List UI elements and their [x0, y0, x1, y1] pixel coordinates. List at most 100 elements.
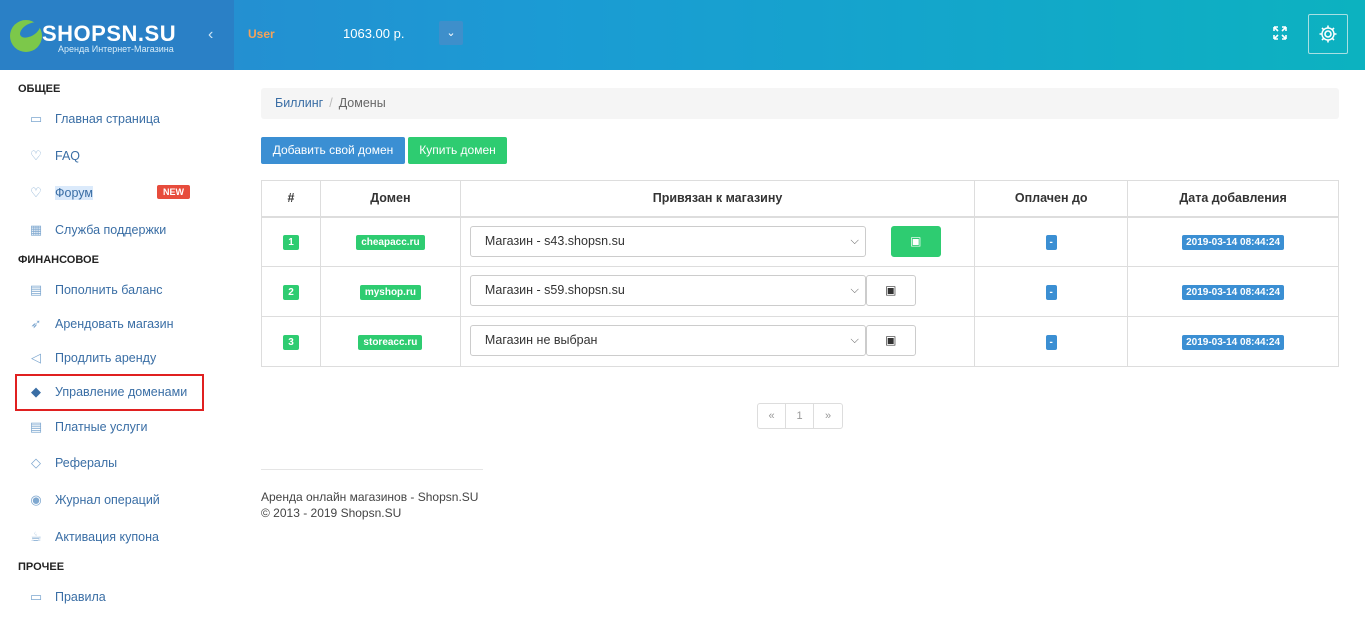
cup-icon: ☕ [30, 529, 42, 544]
fullscreen-icon [1273, 26, 1287, 40]
calculator-icon: ▦ [29, 222, 43, 237]
domain-cell: cheapacc.ru [319, 216, 461, 267]
eye-icon: ◉ [30, 492, 42, 507]
collapse-sidebar-icon[interactable]: ‹ [208, 26, 213, 44]
sidebar-item-coupon[interactable]: ☕ Активация купона [27, 525, 159, 549]
chevron-down-icon: ⌄ [446, 27, 456, 39]
pagination: « 1 » [757, 403, 843, 429]
save-button[interactable]: ▣ [890, 225, 941, 257]
gear-icon [1319, 25, 1337, 43]
store-cell: Магазин не выбран ⌵ ▣ [459, 316, 976, 367]
section-title-general: ОБЩЕЕ [18, 83, 61, 95]
wallet-icon: ▤ [29, 419, 43, 434]
section-title-finance: ФИНАНСОВОЕ [18, 254, 99, 266]
store-select-value: Магазин - s59.shopsn.su [484, 283, 625, 297]
wallet-icon: ▤ [29, 282, 43, 297]
bulb-icon: ♡ [30, 148, 42, 163]
domain-cell: storeacc.ru [319, 316, 461, 367]
user-name[interactable]: User [248, 27, 275, 41]
column-header-paid-until: Оплачен до [974, 180, 1129, 218]
fullscreen-button[interactable] [1269, 22, 1291, 44]
date-added-cell: 2019-03-14 08:44:24 [1127, 216, 1339, 267]
paid-until-value: - [1045, 334, 1057, 350]
save-button[interactable]: ▣ [865, 275, 916, 306]
sidebar-item-label: Продлить аренду [55, 351, 157, 365]
pagination-next[interactable]: » [814, 404, 842, 428]
floppy-disk-icon: ▣ [885, 283, 897, 297]
sidebar-item-label: Правила [55, 590, 106, 604]
breadcrumb-billing-link[interactable]: Биллинг [275, 96, 323, 110]
pagination-prev[interactable]: « [758, 404, 786, 428]
sidebar-item-home[interactable]: ▭ Главная страница [27, 107, 160, 131]
save-button[interactable]: ▣ [865, 325, 916, 356]
row-number: 1 [283, 234, 299, 250]
table-header-row: # Домен Привязан к магазину Оплачен до Д… [261, 180, 1339, 218]
store-cell: Магазин - s59.shopsn.su ⌵ ▣ [459, 266, 976, 317]
diamond-icon: ◇ [31, 455, 41, 470]
sidebar-item-rules[interactable]: ▭ Правила [27, 585, 106, 609]
paper-plane-icon: ◁ [31, 350, 41, 365]
domain-label: myshop.ru [359, 284, 421, 300]
date-added-cell: 2019-03-14 08:44:24 [1127, 266, 1339, 317]
store-cell: Магазин - s43.shopsn.su ⌵ ▣ [459, 216, 976, 267]
monitor-icon: ▭ [29, 589, 43, 604]
store-select-value: Магазин не выбран [484, 333, 598, 347]
balance-amount: 1063.00 р. [343, 26, 405, 41]
add-domain-button[interactable]: Добавить свой домен [261, 137, 405, 164]
store-select[interactable]: Магазин - s59.shopsn.su ⌵ [469, 275, 866, 306]
chevron-down-icon: ⌵ [850, 234, 859, 247]
bulb-icon: ♡ [30, 185, 42, 200]
new-badge: NEW [157, 185, 190, 199]
rocket-icon: ➶ [30, 316, 42, 331]
pagination-page[interactable]: 1 [786, 404, 814, 428]
breadcrumb: Биллинг / Домены [261, 88, 1339, 119]
date-added-cell: 2019-03-14 08:44:24 [1127, 316, 1339, 367]
sidebar-item-extend[interactable]: ◁ Продлить аренду [27, 346, 156, 370]
chevron-down-icon: ⌵ [850, 284, 859, 296]
chevron-down-icon: ⌵ [850, 334, 859, 346]
sidebar-item-referrals[interactable]: ◇ Рефералы [27, 451, 117, 475]
paid-until-value: - [1045, 234, 1057, 250]
balance-dropdown-button[interactable]: ⌄ [439, 21, 463, 45]
sidebar-item-label: Платные услуги [55, 420, 148, 434]
store-select[interactable]: Магазин не выбран ⌵ [469, 325, 866, 356]
row-number-cell: 3 [261, 316, 321, 367]
domain-cell: myshop.ru [319, 266, 461, 317]
row-number: 3 [283, 334, 299, 350]
row-number-cell: 1 [261, 216, 321, 267]
domain-label: cheapacc.ru [356, 234, 425, 250]
logo-area[interactable]: SHOPSN.SU Аренда Интернет-Магазина ‹ [0, 0, 234, 70]
sidebar-item-journal[interactable]: ◉ Журнал операций [27, 488, 159, 512]
buy-domain-button[interactable]: Купить домен [408, 137, 507, 164]
store-select-value: Магазин - s43.shopsn.su [484, 233, 625, 248]
footer-divider [261, 469, 483, 470]
table-row: 3 storeacc.ru Магазин не выбран ⌵ ▣ - 201… [261, 316, 1339, 367]
settings-button[interactable] [1308, 14, 1348, 54]
sidebar-item-paid-services[interactable]: ▤ Платные услуги [27, 415, 148, 439]
domains-table: # Домен Привязан к магазину Оплачен до Д… [261, 180, 1339, 367]
sidebar-item-label: Активация купона [55, 530, 159, 544]
column-header-date-added: Дата добавления [1127, 180, 1339, 218]
store-select[interactable]: Магазин - s43.shopsn.su ⌵ [469, 225, 866, 257]
sidebar-item-topup[interactable]: ▤ Пополнить баланс [27, 278, 163, 302]
sidebar-item-forum[interactable]: ♡ Форум [27, 181, 93, 205]
sidebar-item-rent[interactable]: ➶ Арендовать магазин [27, 312, 174, 336]
footer-copyright: © 2013 - 2019 Shopsn.SU [261, 506, 402, 520]
column-header-number: # [261, 180, 321, 218]
domain-label: storeacc.ru [358, 334, 423, 350]
sidebar-item-label: Форум [55, 186, 93, 200]
sidebar-item-label: FAQ [55, 149, 81, 163]
paid-until-cell: - [974, 266, 1129, 317]
breadcrumb-current: Домены [338, 96, 386, 110]
table-row: 2 myshop.ru Магазин - s59.shopsn.su ⌵ ▣ -… [261, 266, 1339, 317]
date-added-value: 2019-03-14 08:44:24 [1182, 334, 1285, 350]
monitor-icon: ▭ [29, 111, 43, 126]
row-number-cell: 2 [261, 266, 321, 317]
sidebar-item-support[interactable]: ▦ Служба поддержки [27, 218, 166, 242]
date-added-value: 2019-03-14 08:44:24 [1182, 284, 1285, 300]
sidebar-item-domains[interactable]: ◆ Управление доменами [27, 380, 187, 404]
row-number: 2 [283, 284, 299, 300]
section-title-other: ПРОЧЕЕ [18, 561, 65, 573]
date-added-value: 2019-03-14 08:44:24 [1182, 234, 1285, 250]
sidebar-item-faq[interactable]: ♡ FAQ [27, 144, 80, 168]
